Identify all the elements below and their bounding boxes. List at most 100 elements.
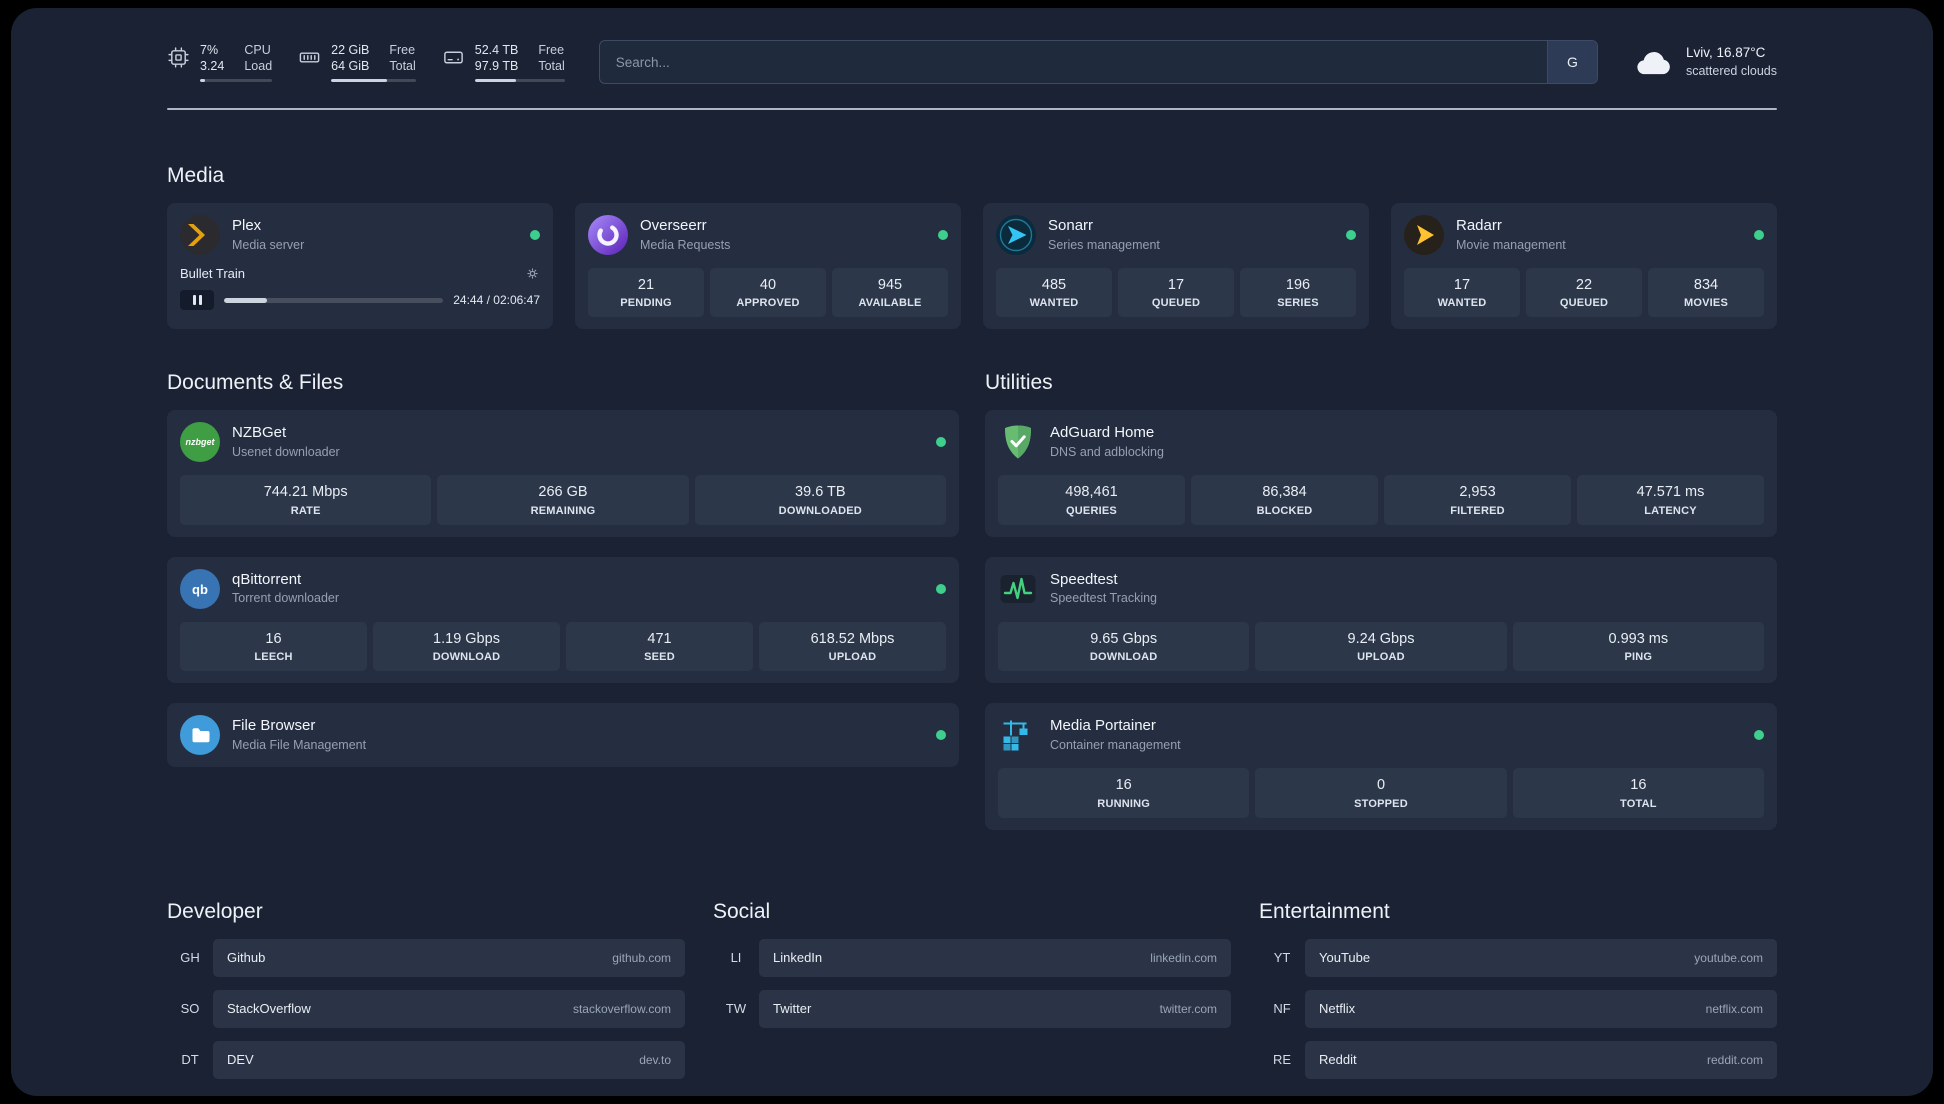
service-card-sonarr[interactable]: Sonarr Series management 485 WANTED 17 QUE…: [983, 203, 1369, 330]
cpu-widget: 7% 3.24 CPU Load: [167, 42, 273, 82]
section-title-entertainment: Entertainment: [1259, 899, 1390, 923]
stat-box: 86,384 BLOCKED: [1191, 475, 1378, 525]
search-provider-button[interactable]: G: [1546, 41, 1597, 83]
memory-usage-bar: [331, 79, 416, 82]
bookmark-abbr: RE: [1272, 1052, 1292, 1068]
bookmark-github[interactable]: GH Github github.com: [167, 938, 685, 977]
bookmark-dev[interactable]: DT DEV dev.to: [167, 1040, 685, 1079]
stat-box: 618.52 Mbps UPLOAD: [759, 621, 946, 672]
service-name: Radarr: [1456, 216, 1502, 234]
dashboard-app: 7% 3.24 CPU Load 22 GiB 64 GiB Free Tota…: [11, 8, 1933, 1096]
service-card-filebrowser[interactable]: File Browser Media File Management: [167, 703, 959, 768]
memory-icon: [299, 52, 320, 63]
bookmark-domain: linkedin.com: [1150, 950, 1217, 965]
bookmark-netflix[interactable]: NF Netflix netflix.com: [1259, 989, 1777, 1028]
bookmark-abbr: TW: [725, 1001, 747, 1017]
svg-text:qb: qb: [192, 582, 208, 597]
bookmarks-group-entertainment: Entertainment YT YouTube youtube.com NF N…: [1259, 900, 1777, 1079]
service-card-nzbget[interactable]: nzbget NZBGet Usenet downloader 744.21 M…: [167, 410, 959, 537]
service-name: Media Portainer: [1050, 716, 1156, 734]
bookmark-name: YouTube: [1319, 950, 1371, 966]
bookmark-domain: reddit.com: [1706, 1052, 1763, 1067]
service-card-portainer[interactable]: Media Portainer Container management 16 R…: [985, 703, 1777, 830]
stat-box: 945 AVAILABLE: [832, 268, 948, 318]
stat-box: 485 WANTED: [996, 268, 1112, 318]
stat-box: 0.993 ms PING: [1512, 621, 1764, 672]
status-dot-online: [1754, 230, 1764, 240]
service-card-radarr[interactable]: Radarr Movie management 17 WANTED 22 QUEUE…: [1391, 203, 1777, 330]
stat-box: 471 SEED: [566, 621, 753, 672]
status-dot-online: [1346, 230, 1356, 240]
service-description: Series management: [1048, 237, 1160, 252]
stat-box: 1.19 Gbps DOWNLOAD: [373, 621, 560, 672]
utilities-column: Utilities AdGuard Home DNS and adblockin…: [985, 371, 1777, 830]
section-title-utilities: Utilities: [985, 371, 1053, 395]
stat-box: 498,461 QUERIES: [998, 475, 1185, 525]
weather-location: Lviv, 16.87°C: [1685, 45, 1766, 61]
status-dot-online: [938, 230, 948, 240]
stat-box: 9.24 Gbps UPLOAD: [1255, 621, 1507, 672]
cpu-usage-value: 7%: [200, 43, 219, 57]
dashboard-content: 7% 3.24 CPU Load 22 GiB 64 GiB Free Tota…: [11, 8, 1933, 1096]
service-description: Container management: [1050, 737, 1181, 752]
bookmark-name: DEV: [227, 1052, 254, 1068]
disk-widget: 52.4 TB 97.9 TB Free Total: [442, 42, 565, 82]
status-dot-online: [1754, 730, 1764, 741]
service-name: Plex: [232, 216, 262, 234]
bookmark-abbr: NF: [1273, 1001, 1291, 1017]
topbar-divider: [167, 108, 1777, 110]
stat-box: 9.65 Gbps DOWNLOAD: [998, 621, 1250, 672]
service-description: Media File Management: [232, 737, 367, 752]
status-dot-online: [936, 437, 946, 448]
stat-box: 17 WANTED: [1404, 268, 1520, 318]
service-card-plex[interactable]: Plex Media server Bullet Train 24:44 / 0…: [167, 203, 553, 330]
bookmark-twitter[interactable]: TW Twitter twitter.com: [713, 989, 1231, 1028]
bookmark-stackoverflow[interactable]: SO StackOverflow stackoverflow.com: [167, 989, 685, 1028]
playback-progress-bar[interactable]: [224, 297, 444, 303]
bookmark-youtube[interactable]: YT YouTube youtube.com: [1259, 938, 1777, 977]
overseerr-icon: [588, 215, 628, 255]
top-bar: 7% 3.24 CPU Load 22 GiB 64 GiB Free Tota…: [167, 40, 1777, 84]
service-card-adguard[interactable]: AdGuard Home DNS and adblocking 498,461 Q…: [985, 410, 1777, 537]
speedtest-icon: [1000, 574, 1036, 603]
service-name: AdGuard Home: [1050, 424, 1155, 442]
bookmark-domain: twitter.com: [1159, 1001, 1217, 1016]
stat-box: 2,953 FILTERED: [1384, 475, 1571, 525]
plex-now-playing: Bullet Train 24:44 / 02:06:47: [180, 266, 540, 310]
settings-gear-icon[interactable]: [525, 266, 540, 281]
documents-column: Documents & Files nzbget NZBGet Usenet d…: [167, 371, 959, 768]
service-name: Overseerr: [640, 216, 707, 234]
bookmark-domain: github.com: [612, 950, 671, 965]
section-title-social: Social: [713, 899, 771, 923]
service-card-qbittorrent[interactable]: qb qBittorrent Torrent downloader 16 LEEC…: [167, 556, 959, 684]
memory-widget: 22 GiB 64 GiB Free Total: [298, 42, 416, 82]
search-input[interactable]: [599, 41, 1547, 83]
pause-button[interactable]: [180, 290, 214, 310]
service-name: NZBGet: [232, 424, 287, 442]
bookmark-name: LinkedIn: [773, 950, 823, 966]
stat-box: 0 STOPPED: [1255, 768, 1507, 818]
disk-free-value: 52.4 TB: [474, 43, 519, 57]
bookmark-reddit[interactable]: RE Reddit reddit.com: [1259, 1040, 1777, 1079]
bookmarks-group-social: Social LI LinkedIn linkedin.com TW Twitte…: [713, 900, 1231, 1028]
disk-usage-bar: [474, 79, 565, 82]
adguard-icon: [1005, 425, 1031, 459]
bookmark-linkedin[interactable]: LI LinkedIn linkedin.com: [713, 938, 1231, 977]
cpu-load-label: Load: [244, 59, 273, 73]
cpu-usage-bar: [200, 79, 273, 82]
bookmark-abbr: GH: [180, 950, 200, 966]
service-description: Media Requests: [640, 237, 731, 252]
service-description: DNS and adblocking: [1050, 444, 1164, 459]
stat-box: 17 QUEUED: [1118, 268, 1234, 318]
cpu-load-value: 3.24: [200, 59, 225, 73]
section-title-documents: Documents & Files: [167, 371, 344, 395]
svg-text:nzbget: nzbget: [186, 438, 216, 448]
bookmark-abbr: YT: [1273, 950, 1291, 966]
status-dot-online: [936, 583, 946, 594]
bookmark-name: StackOverflow: [227, 1001, 311, 1017]
service-card-overseerr[interactable]: Overseerr Media Requests 21 PENDING 40 APP…: [575, 203, 961, 330]
disk-icon: [443, 51, 463, 64]
service-name: Sonarr: [1048, 216, 1094, 234]
service-card-speedtest[interactable]: Speedtest Speedtest Tracking 9.65 Gbps DO…: [985, 556, 1777, 684]
portainer-icon: [1003, 720, 1028, 751]
